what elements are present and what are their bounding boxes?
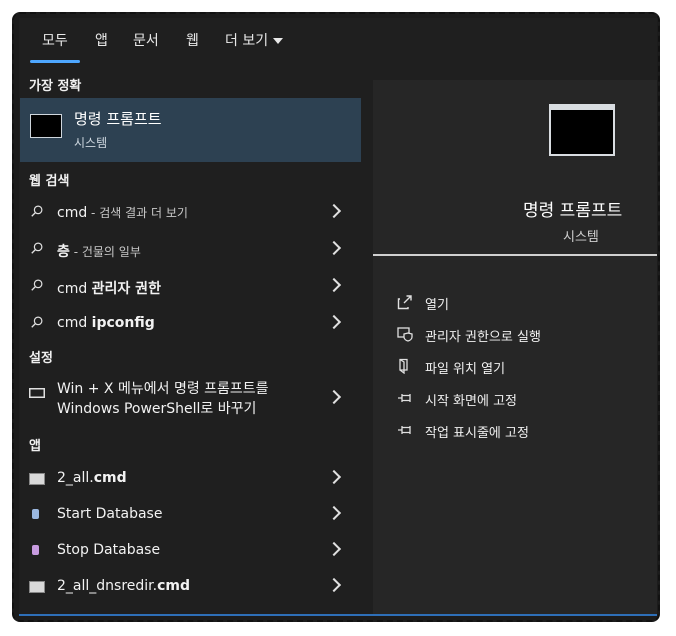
tab-more[interactable]: 더 보기 (225, 30, 284, 50)
keyboard-icon (29, 388, 45, 398)
tab-all[interactable]: 모두 (42, 30, 68, 50)
web-result-item[interactable]: cmd - 검색 결과 더 보기 (19, 196, 360, 230)
action-label: 시작 화면에 고정 (425, 394, 517, 409)
app-label-bold: cmd (157, 578, 190, 594)
web-result-rest: - 건물의 일부 (69, 245, 141, 259)
settings-line1: Win + X 메뉴에서 명령 프롬프트를 (57, 381, 269, 397)
tab-apps[interactable]: 앱 (95, 30, 108, 50)
app-label: Start Database (57, 506, 162, 522)
app-label: Stop Database (57, 542, 160, 558)
chevron-right-icon (326, 314, 342, 330)
cmd-file-icon (29, 473, 45, 485)
web-result-main: cmd (57, 205, 88, 221)
web-result-item[interactable]: cmd 관리자 권한 (19, 270, 360, 304)
detail-title: 명령 프롬프트 (523, 201, 623, 221)
pin-icon (398, 426, 411, 434)
best-match-subtitle: 시스템 (74, 136, 108, 150)
chevron-down-icon (273, 38, 284, 44)
section-best-match: 가장 정확 (29, 79, 82, 94)
app-label: 2_all_dnsredir.cmd (57, 578, 190, 594)
web-result-rest: ipconfig (91, 315, 155, 331)
detail-subtitle: 시스템 (563, 230, 599, 245)
cmd-icon (549, 104, 615, 156)
web-result-item[interactable]: cmd ipconfig (19, 307, 360, 341)
web-result-rest: - 검색 결과 더 보기 (87, 206, 188, 220)
web-result-label: cmd - 검색 결과 더 보기 (57, 204, 188, 221)
chevron-right-icon (326, 577, 342, 593)
tab-web[interactable]: 웹 (186, 30, 199, 50)
tab-more-label: 더 보기 (225, 33, 269, 49)
search-window: 모두 앱 문서 웹 더 보기 가장 정확 명령 프롬프트 시스템 웹 검색 cm… (19, 18, 657, 616)
app-label-pre: 2_all_dnsredir. (57, 578, 158, 594)
app-item[interactable]: Start Database (19, 498, 360, 532)
tab-active-indicator (30, 60, 80, 63)
web-result-label: 층 - 건물의 일부 (57, 241, 141, 261)
action-label: 열기 (425, 298, 449, 313)
shield-icon (397, 327, 413, 342)
best-match-title: 명령 프롬프트 (74, 110, 162, 128)
search-icon (31, 279, 43, 291)
web-result-item[interactable]: 층 - 건물의 일부 (19, 233, 360, 267)
web-result-main: cmd (57, 315, 92, 331)
web-result-main: 층 (57, 244, 70, 260)
detail-divider (373, 254, 657, 256)
app-item[interactable]: 2_all_dnsredir.cmd (19, 570, 360, 604)
database-icon (32, 509, 39, 519)
chevron-right-icon (326, 203, 342, 219)
chevron-right-icon (326, 277, 342, 293)
cmd-icon (30, 114, 62, 138)
action-label: 작업 표시줄에 고정 (425, 426, 529, 441)
chevron-right-icon (326, 389, 342, 405)
bottom-accent-line (19, 614, 657, 616)
app-label-pre: Stop Database (57, 542, 161, 558)
chevron-right-icon (326, 505, 342, 521)
chevron-right-icon (326, 541, 342, 557)
pin-icon (398, 394, 411, 402)
section-apps: 앱 (29, 439, 41, 454)
search-icon (31, 316, 43, 328)
filter-tabs: 모두 앱 문서 웹 더 보기 (19, 18, 657, 64)
app-item[interactable]: 2_all.cmd (19, 462, 360, 496)
search-icon (31, 205, 43, 217)
web-result-label: cmd ipconfig (57, 315, 155, 331)
app-label-pre: 2_all. (57, 470, 94, 486)
search-icon (31, 242, 43, 254)
open-icon (397, 295, 412, 310)
settings-item[interactable]: Win + X 메뉴에서 명령 프롬프트를 Windows PowerShell… (19, 372, 360, 420)
app-label-bold: cmd (93, 470, 127, 486)
tab-documents[interactable]: 문서 (133, 30, 159, 50)
chevron-right-icon (326, 469, 342, 485)
action-label: 파일 위치 열기 (425, 362, 506, 377)
settings-line2: Windows PowerShell로 바꾸기 (57, 401, 257, 417)
app-item[interactable]: Stop Database (19, 534, 360, 568)
action-label: 관리자 권한으로 실행 (425, 330, 541, 345)
section-web-search: 웹 검색 (29, 174, 70, 189)
cmd-file-icon (29, 581, 45, 593)
web-result-label: cmd 관리자 권한 (57, 278, 161, 298)
chevron-right-icon (326, 240, 342, 256)
web-result-main: cmd (57, 281, 92, 297)
folder-icon (399, 358, 408, 374)
database-icon (32, 545, 39, 555)
section-settings: 설정 (29, 351, 53, 366)
app-label: 2_all.cmd (57, 470, 127, 486)
web-result-rest: 관리자 권한 (91, 281, 161, 297)
best-match-item[interactable]: 명령 프롬프트 시스템 (20, 98, 361, 162)
detail-panel: 명령 프롬프트 시스템 열기 관리자 권한으로 실행 파일 위치 열기 시작 화… (373, 80, 657, 616)
results-list: 가장 정확 명령 프롬프트 시스템 웹 검색 cmd - 검색 결과 더 보기 … (19, 64, 361, 616)
app-label-pre: Start Database (57, 506, 163, 522)
